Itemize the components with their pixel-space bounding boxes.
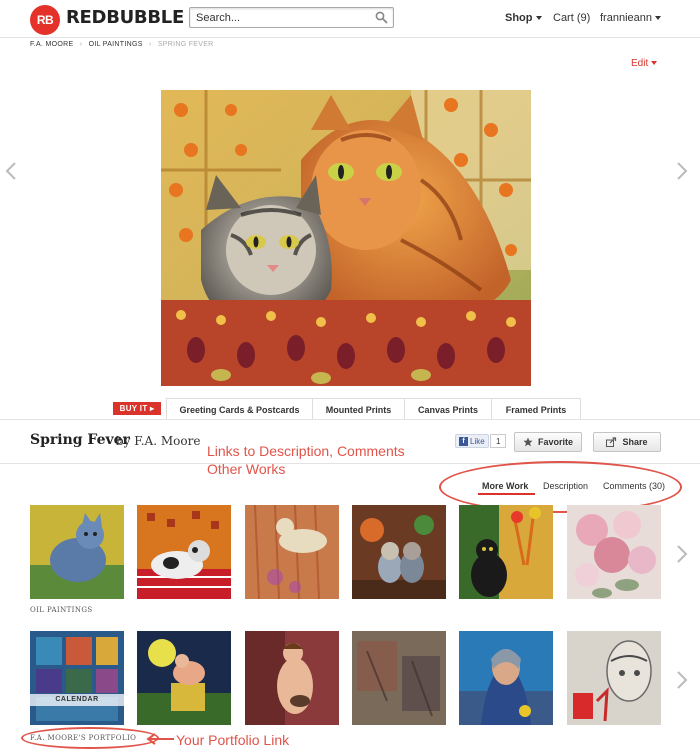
thumbnail-work[interactable] — [137, 631, 231, 725]
annotation-ellipse — [21, 727, 159, 749]
product-tab-canvas-prints[interactable]: Canvas Prints — [405, 399, 492, 420]
breadcrumb-artist[interactable]: F.A. MOORE — [30, 41, 73, 48]
next-work-arrow-icon[interactable] — [675, 161, 689, 181]
tab-more-work[interactable]: More Work — [482, 481, 528, 491]
product-tabs: Greeting Cards & Postcards Mounted Print… — [166, 398, 581, 420]
thumbnail-image — [352, 631, 446, 725]
redbubble-logo-icon[interactable]: RB — [30, 5, 60, 35]
site-header: RB REDBUBBLE Shop Cart (9) frannieann — [0, 0, 700, 38]
section-divider — [0, 419, 700, 420]
search-input[interactable] — [196, 10, 366, 25]
chevron-down-icon — [535, 16, 542, 21]
work-byline[interactable]: by F.A. Moore — [116, 434, 200, 448]
thumbnail-image — [137, 505, 231, 599]
annotation-arrow-icon — [146, 733, 174, 745]
redbubble-wordmark[interactable]: REDBUBBLE — [66, 7, 184, 28]
share-button[interactable]: Share — [593, 432, 661, 452]
artwork-painting — [161, 90, 531, 386]
arrow-right-icon: ▸ — [150, 404, 155, 413]
calendar-label: CALENDAR — [30, 694, 124, 706]
next-thumbnails-arrow-icon[interactable] — [675, 544, 689, 564]
previous-work-arrow-icon[interactable] — [4, 161, 18, 181]
thumbnail-image — [245, 631, 339, 725]
breadcrumb: F.A. MOORE › OIL PAINTINGS › SPRING FEVE… — [30, 41, 218, 48]
artwork-image[interactable] — [161, 90, 531, 386]
thumbnail-work[interactable] — [245, 505, 339, 599]
star-icon — [523, 437, 533, 447]
breadcrumb-separator-icon: › — [79, 41, 83, 48]
tab-description[interactable]: Description — [543, 481, 588, 491]
product-tab-framed-prints[interactable]: Framed Prints — [492, 399, 580, 420]
breadcrumb-separator-icon: › — [148, 41, 152, 48]
oil-paintings-collection-link[interactable]: OIL PAINTINGS — [30, 606, 93, 614]
thumbnail-image — [459, 505, 553, 599]
facebook-like-label: Like — [470, 436, 485, 446]
facebook-like-button[interactable]: f Like — [455, 434, 489, 448]
thumbnail-image — [137, 631, 231, 725]
favorite-button[interactable]: Favorite — [514, 432, 582, 452]
work-title: Spring Fever — [30, 432, 130, 448]
facebook-icon: f — [459, 436, 468, 446]
share-label: Share — [622, 437, 648, 447]
share-icon — [606, 437, 617, 447]
thumbnail-image — [567, 631, 661, 725]
chevron-down-icon — [655, 16, 661, 21]
facebook-like-count: 1 — [490, 434, 507, 448]
thumbnail-work[interactable] — [137, 505, 231, 599]
thumbnail-work[interactable] — [352, 631, 446, 725]
nav-cart-link[interactable]: Cart (9) — [553, 12, 590, 24]
thumbnail-work[interactable] — [30, 505, 124, 599]
thumbnail-calendar[interactable] — [30, 631, 124, 725]
thumbnail-work[interactable] — [567, 505, 661, 599]
buy-it-label: BUY IT — [119, 404, 148, 413]
annotation-text: Your Portfolio Link — [176, 732, 290, 748]
thumbnail-image — [567, 505, 661, 599]
annotation-text: Other Works — [207, 461, 286, 477]
product-tab-mounted-prints[interactable]: Mounted Prints — [313, 399, 405, 420]
active-tab-indicator — [478, 493, 535, 495]
thumbnail-image — [30, 505, 124, 599]
search-icon[interactable] — [375, 11, 388, 24]
tab-comments[interactable]: Comments (30) — [603, 481, 665, 491]
thumbnail-work[interactable] — [459, 631, 553, 725]
next-thumbnails-arrow-icon[interactable] — [675, 670, 689, 690]
edit-label: Edit — [631, 58, 649, 69]
annotation-text: Links to Description, Comments — [207, 443, 405, 459]
breadcrumb-collection[interactable]: OIL PAINTINGS — [89, 41, 143, 48]
favorite-label: Favorite — [537, 437, 573, 447]
edit-menu[interactable]: Edit — [631, 58, 658, 69]
thumbnail-work[interactable] — [567, 631, 661, 725]
product-tab-greeting-cards[interactable]: Greeting Cards & Postcards — [167, 399, 313, 420]
buy-it-button[interactable]: BUY IT ▸ — [113, 402, 161, 415]
nav-shop-label: Shop — [505, 12, 533, 24]
nav-user-label: frannieann — [600, 12, 652, 24]
thumbnail-image — [459, 631, 553, 725]
chevron-down-icon — [651, 61, 658, 66]
thumbnail-image — [30, 631, 124, 725]
thumbnail-image — [245, 505, 339, 599]
thumbnail-work[interactable] — [459, 505, 553, 599]
nav-shop-menu[interactable]: Shop — [505, 12, 542, 24]
breadcrumb-current: SPRING FEVER — [157, 41, 214, 48]
nav-user-menu[interactable]: frannieann — [600, 12, 661, 24]
search-box — [189, 7, 394, 28]
thumbnail-work[interactable] — [352, 505, 446, 599]
thumbnail-image — [352, 505, 446, 599]
thumbnail-work[interactable] — [245, 631, 339, 725]
